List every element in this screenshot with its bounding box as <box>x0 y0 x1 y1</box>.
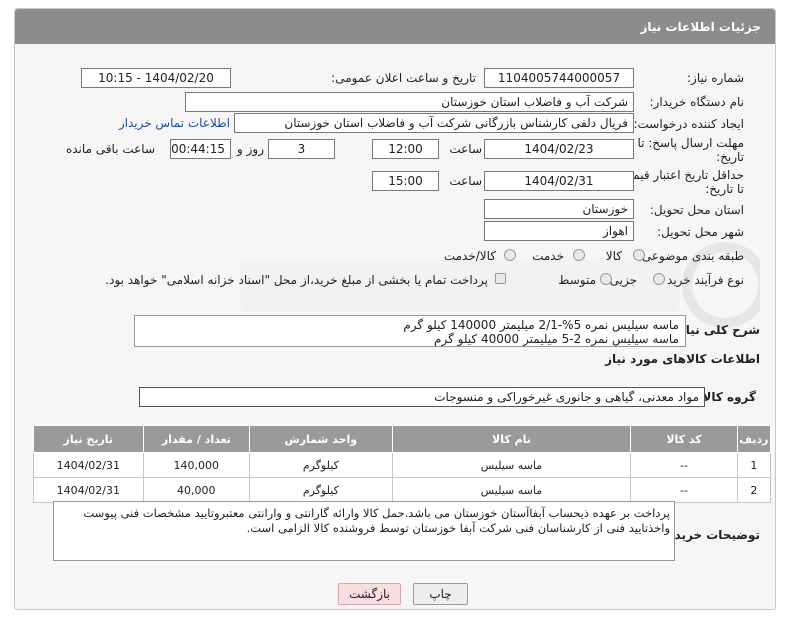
cell-name: ماسه سیلیس <box>391 452 632 478</box>
deadline-time-label: ساعت <box>449 142 482 156</box>
province-label: استان محل تحویل: <box>649 203 744 217</box>
validity-time-label: ساعت <box>449 174 482 188</box>
announce-field[interactable]: 1404/02/20 - 10:15 <box>81 68 231 88</box>
col-row: ردیف <box>736 425 772 453</box>
cell-date: 1404/02/31 <box>33 452 144 478</box>
remaining-label: ساعت باقی مانده <box>65 142 155 156</box>
col-date: تاریخ نیاز <box>33 425 144 453</box>
process-option-medium: متوسط <box>558 273 596 287</box>
category-radio-service[interactable] <box>573 249 585 261</box>
days-field[interactable]: 3 <box>268 139 335 159</box>
city-label: شهر محل تحویل: <box>657 225 744 239</box>
table-header-row: ردیف کد کالا نام کالا واحد شمارش تعداد /… <box>33 425 772 453</box>
payment-note: پرداخت تمام یا بخشی از مبلغ خرید،از محل … <box>105 273 488 287</box>
cell-row: 1 <box>736 452 772 478</box>
creator-field[interactable]: فریال دلفی کارشناس بازرگانی شرکت آب و فا… <box>234 113 634 133</box>
need-number-field[interactable]: 1104005744000057 <box>484 68 634 88</box>
cell-code: -- <box>630 452 738 478</box>
items-table: ردیف کد کالا نام کالا واحد شمارش تعداد /… <box>33 425 772 503</box>
description-textarea[interactable]: ماسه سیلیس نمره 5%-2/1 میلیمتر 140000 کی… <box>134 315 686 347</box>
category-label: طبقه بندی موضوعی: <box>637 249 744 263</box>
announce-label: تاریخ و ساعت اعلان عمومی: <box>331 71 476 85</box>
cell-qty: 40,000 <box>142 477 251 503</box>
print-button[interactable]: چاپ <box>413 583 468 605</box>
buyer-contact-link[interactable]: اطلاعات تماس خریدار <box>119 116 230 130</box>
description-label: شرح کلی نیاز: <box>674 323 760 337</box>
page-title: جزئیات اطلاعات نیاز <box>640 20 761 34</box>
process-radio-medium[interactable] <box>600 273 612 285</box>
description-line-2: ماسه سیلیس نمره 2-5 میلیمتر 40000 کیلو گ… <box>434 332 679 346</box>
buyer-org-label: نام دستگاه خریدار: <box>649 95 745 109</box>
col-name: نام کالا <box>391 425 632 453</box>
category-radio-goods-service[interactable] <box>504 249 516 261</box>
buyer-notes-line-1: پرداخت بر عهده ذیحساب آبفاآستان خوزستان … <box>83 506 670 520</box>
treasury-checkbox[interactable] <box>495 273 506 284</box>
process-option-minor: جزیی <box>609 273 637 287</box>
cell-code: -- <box>630 477 738 503</box>
buyer-notes-line-2: واخذتایید فنی از کارشناسان فنی شرکت آبفا… <box>246 521 670 535</box>
process-label: نوع فرآیند خرید : <box>659 273 744 287</box>
remaining-time-field[interactable]: 00:44:15 <box>170 139 231 159</box>
back-button[interactable]: بازگشت <box>338 583 401 605</box>
deadline-label: مهلت ارسال پاسخ: تا <box>637 136 744 150</box>
cell-name: ماسه سیلیس <box>391 477 632 503</box>
deadline-date-field[interactable]: 1404/02/23 <box>484 139 634 159</box>
description-line-1: ماسه سیلیس نمره 5%-2/1 میلیمتر 140000 کی… <box>403 318 679 332</box>
category-radio-goods[interactable] <box>633 249 645 261</box>
col-qty: تعداد / مقدار <box>142 425 251 453</box>
table-row[interactable]: 2 -- ماسه سیلیس کیلوگرم 40,000 1404/02/3… <box>33 477 772 503</box>
cell-unit: کیلوگرم <box>249 477 393 503</box>
buyer-notes-textarea[interactable]: پرداخت بر عهده ذیحساب آبفاآستان خوزستان … <box>53 501 675 561</box>
cell-row: 2 <box>736 477 772 503</box>
category-option-service: خدمت <box>532 249 564 263</box>
validity-label: حداقل تاریخ اعتبار قیمت: <box>617 168 744 182</box>
category-option-goods-service: کالا/خدمت <box>443 249 496 263</box>
buyer-org-field[interactable]: شرکت آب و فاضلاب استان خوزستان <box>185 92 634 112</box>
cell-unit: کیلوگرم <box>249 452 393 478</box>
items-section-title: اطلاعات کالاهای مورد نیاز <box>605 352 760 366</box>
creator-label: ایجاد کننده درخواست: <box>633 117 744 131</box>
group-label: گروه کالا: <box>697 390 756 404</box>
cell-date: 1404/02/31 <box>33 477 144 503</box>
category-option-goods: کالا <box>605 249 622 263</box>
page-header: جزئیات اطلاعات نیاز <box>15 9 775 44</box>
validity-date-field[interactable]: 1404/02/31 <box>484 171 634 191</box>
need-number-label: شماره نیاز: <box>687 71 744 85</box>
col-unit: واحد شمارش <box>249 425 393 453</box>
group-field[interactable]: مواد معدنی، گیاهی و جانوری غیرخوراکی و م… <box>139 387 705 407</box>
process-radio-minor[interactable] <box>653 273 665 285</box>
deadline-label-date: تاریخ: <box>716 150 744 164</box>
table-row[interactable]: 1 -- ماسه سیلیس کیلوگرم 140,000 1404/02/… <box>33 452 772 478</box>
col-code: کد کالا <box>630 425 738 453</box>
validity-label-date: تا تاریخ: <box>705 182 744 196</box>
validity-time-field[interactable]: 15:00 <box>372 171 439 191</box>
cell-qty: 140,000 <box>142 452 251 478</box>
deadline-time-field[interactable]: 12:00 <box>372 139 439 159</box>
province-field[interactable]: خوزستان <box>484 199 634 219</box>
days-label: روز و <box>237 142 264 156</box>
city-field[interactable]: اهواز <box>484 221 634 241</box>
